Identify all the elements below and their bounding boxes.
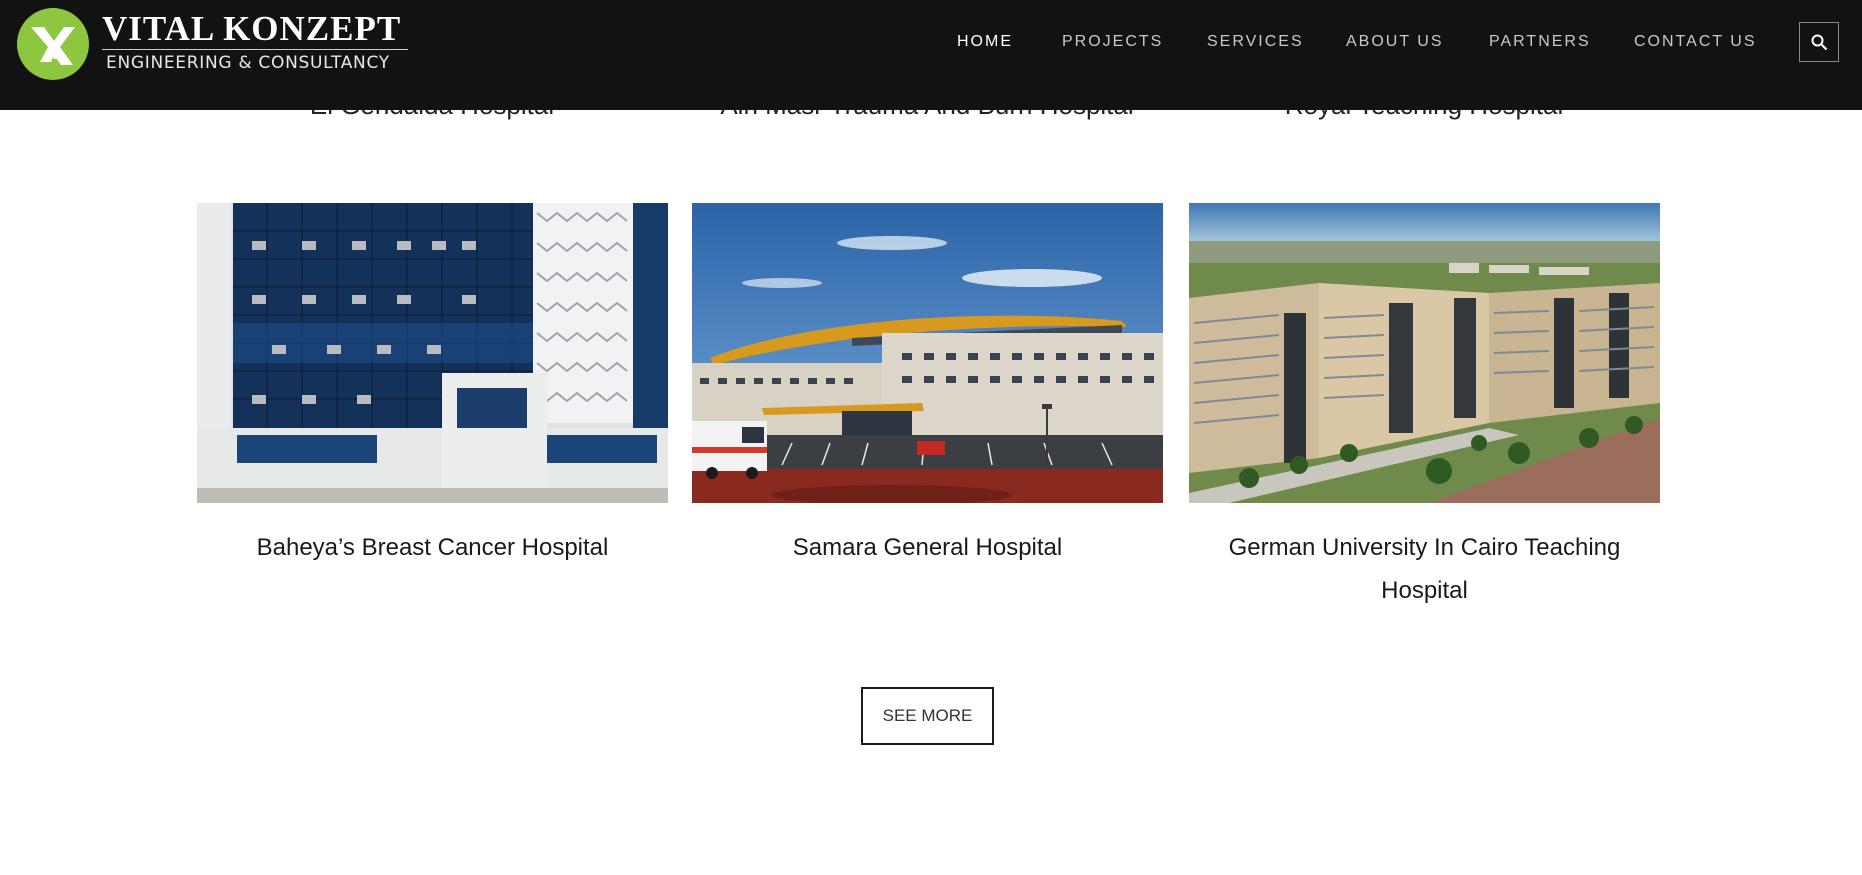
project-card: Baheya’s Breast Cancer Hospital: [197, 203, 668, 569]
nav-partners[interactable]: PARTNERS: [1489, 33, 1591, 51]
project-card: Samara General Hospital: [692, 203, 1163, 569]
logo[interactable]: VITAL KONZEPT ENGINEERING & CONSULTANCY: [16, 7, 408, 81]
project-title[interactable]: Samara General Hospital: [692, 526, 1163, 569]
project-image[interactable]: [1189, 203, 1660, 503]
project-title[interactable]: Baheya’s Breast Cancer Hospital: [197, 526, 668, 569]
nav-home[interactable]: HOME: [957, 33, 1013, 51]
see-more-button[interactable]: SEE MORE: [861, 687, 994, 745]
nav-contact-us[interactable]: CONTACT US: [1634, 33, 1757, 51]
project-image[interactable]: [197, 203, 668, 503]
site-header: VITAL KONZEPT ENGINEERING & CONSULTANCY …: [0, 0, 1862, 110]
project-title[interactable]: German University In Cairo Teaching Hosp…: [1189, 526, 1660, 612]
nav-services[interactable]: SERVICES: [1207, 33, 1304, 51]
project-image[interactable]: [692, 203, 1163, 503]
project-card: German University In Cairo Teaching Hosp…: [1189, 203, 1660, 612]
logo-mark-icon: [17, 8, 89, 80]
nav-about-us[interactable]: ABOUT US: [1346, 33, 1444, 51]
brand-tagline: ENGINEERING & CONSULTANCY: [106, 53, 390, 73]
nav-projects[interactable]: PROJECTS: [1062, 33, 1163, 51]
logo-divider: [102, 49, 408, 50]
search-icon: [1811, 34, 1828, 51]
search-button[interactable]: [1799, 22, 1839, 62]
brand-name: VITAL KONZEPT: [102, 9, 402, 48]
